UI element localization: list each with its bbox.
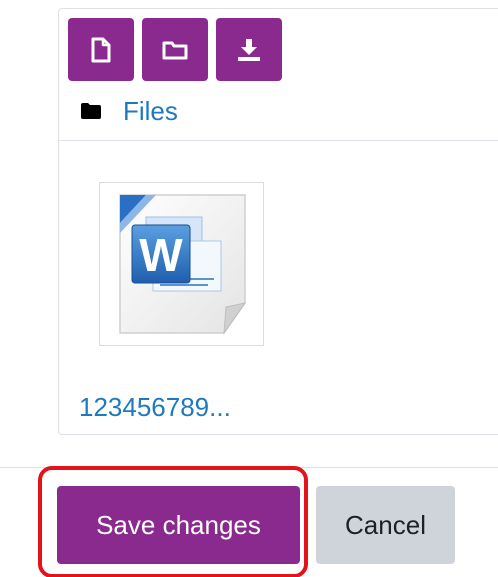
file-name-link[interactable]: 123456789... bbox=[79, 392, 231, 422]
page: Files W 123456789... Save changes Cancel bbox=[0, 0, 498, 577]
file-manager-divider bbox=[59, 140, 498, 141]
add-file-button[interactable] bbox=[68, 18, 134, 81]
file-manager: Files W 123456789... bbox=[58, 8, 498, 435]
download-button[interactable] bbox=[216, 18, 282, 81]
word-document-icon: W bbox=[119, 194, 247, 335]
file-manager-toolbar bbox=[68, 18, 282, 81]
create-folder-button[interactable] bbox=[142, 18, 208, 81]
breadcrumb: Files bbox=[81, 96, 178, 126]
highlight-annotation bbox=[38, 466, 308, 577]
folder-icon bbox=[81, 103, 101, 119]
svg-text:W: W bbox=[139, 229, 183, 281]
download-icon bbox=[238, 38, 260, 61]
cancel-button[interactable]: Cancel bbox=[316, 486, 455, 564]
breadcrumb-files-link[interactable]: Files bbox=[123, 96, 178, 126]
create-folder-icon bbox=[162, 41, 188, 59]
file-thumbnail[interactable]: W bbox=[99, 182, 264, 346]
add-file-icon bbox=[91, 37, 111, 62]
